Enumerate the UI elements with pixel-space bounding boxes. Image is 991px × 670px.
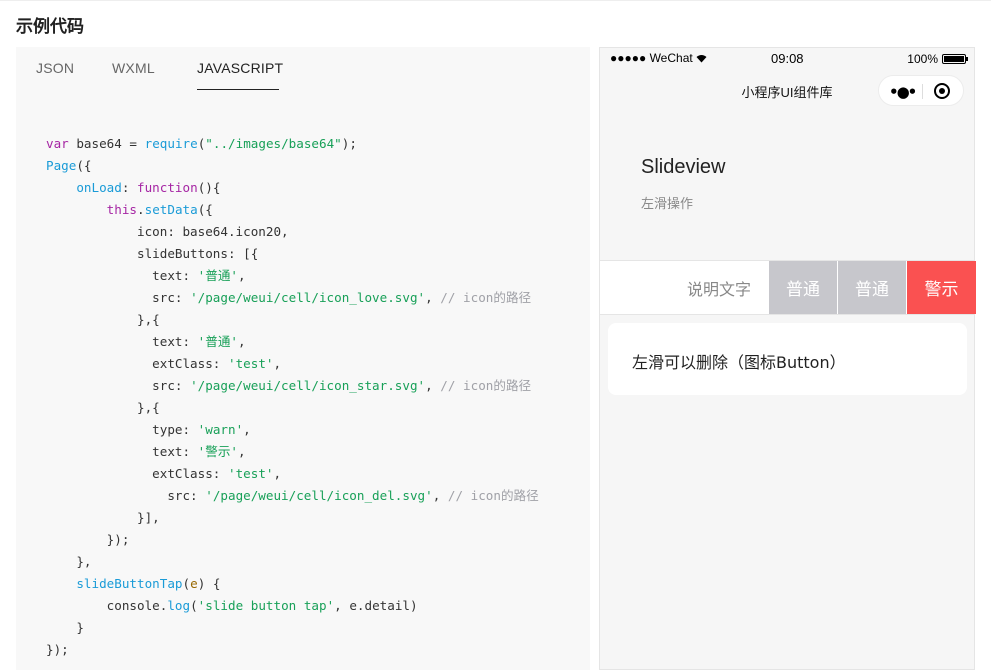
code-line: slideButtons: [{ — [46, 246, 259, 261]
code-line: }], — [46, 510, 160, 525]
code-line: }, — [46, 554, 92, 569]
code-line: slideButtonTap(e) { — [76, 576, 221, 591]
code-line: onLoad: function(){ — [76, 180, 221, 195]
carrier-label: ●●●●● WeChat — [610, 51, 707, 65]
tab-javascript[interactable]: JAVASCRIPT — [197, 60, 283, 76]
menu-capsule: •●• — [878, 75, 964, 106]
code-line: this.setData({ — [106, 202, 213, 217]
code-panel: JSON WXML JAVASCRIPT var base64 = requir… — [16, 47, 590, 670]
code-tabs: JSON WXML JAVASCRIPT — [16, 47, 590, 91]
top-divider — [0, 0, 991, 1]
nav-bar: 小程序UI组件库 •●• — [600, 74, 974, 106]
code-line: extClass: 'test', — [46, 466, 282, 481]
phone-preview: ●●●●● WeChat 09:08 100% 小程序UI组件库 •●• Sli… — [599, 47, 976, 670]
slide-description: 说明文字 — [686, 280, 751, 299]
card-text: 左滑可以删除（图标Button） — [632, 353, 846, 372]
code-line: text: '警示', — [46, 444, 246, 459]
code-line: icon: base64.icon20, — [46, 224, 289, 239]
code-line: },{ — [46, 400, 160, 415]
slideview-row[interactable]: 说明文字 普通 普通 警示 — [600, 260, 976, 315]
status-bar: ●●●●● WeChat 09:08 100% — [600, 48, 974, 70]
wifi-icon — [696, 51, 707, 65]
code-line: Page({ — [46, 158, 92, 173]
code-line: var base64 = require("../images/base64")… — [46, 136, 357, 151]
code-line: src: '/page/weui/cell/icon_star.svg', //… — [46, 378, 532, 393]
code-line: text: '普通', — [46, 268, 246, 283]
battery-status: 100% — [907, 52, 968, 66]
carrier-text: ●●●●● WeChat — [610, 51, 693, 65]
page-description: 左滑操作 — [641, 197, 694, 212]
battery-percent: 100% — [907, 52, 938, 66]
capsule-divider — [922, 84, 923, 99]
code-line: type: 'warn', — [46, 422, 251, 437]
code-line: }); — [46, 532, 130, 547]
close-target-icon[interactable] — [934, 83, 950, 99]
page-title: Slideview — [641, 156, 726, 178]
battery-icon — [942, 54, 968, 64]
status-time: 09:08 — [771, 51, 804, 66]
more-icon[interactable]: •●• — [889, 83, 917, 101]
slide-button-normal-2[interactable]: 普通 — [838, 261, 906, 314]
tab-wxml[interactable]: WXML — [112, 60, 155, 76]
active-tab-indicator — [197, 89, 279, 90]
slide-button-normal-1[interactable]: 普通 — [769, 261, 837, 314]
tab-json[interactable]: JSON — [36, 60, 74, 76]
code-line: text: '普通', — [46, 334, 246, 349]
code-line: extClass: 'test', — [46, 356, 282, 371]
section-title: 示例代码 — [16, 17, 84, 37]
code-line: src: '/page/weui/cell/icon_love.svg', //… — [46, 290, 532, 305]
slide-button-warn[interactable]: 警示 — [907, 261, 976, 314]
code-line: },{ — [46, 312, 160, 327]
code-block: var base64 = require("../images/base64")… — [46, 133, 539, 661]
code-line: src: '/page/weui/cell/icon_del.svg', // … — [46, 488, 539, 503]
slideview-card[interactable]: 左滑可以删除（图标Button） — [608, 323, 967, 395]
code-line: } — [46, 620, 84, 635]
code-line: }); — [46, 642, 69, 657]
code-line: console.log('slide button tap', e.detail… — [46, 598, 418, 613]
